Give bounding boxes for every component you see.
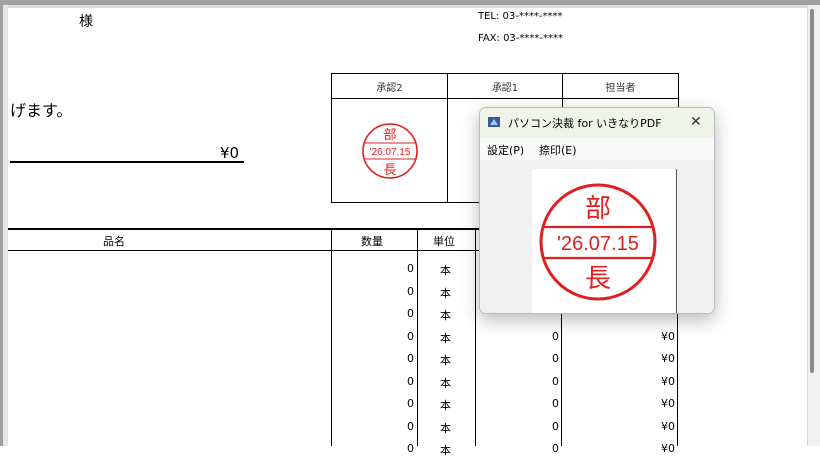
row-unit: 本 [440,332,451,345]
row-price: ¥0 [661,352,675,365]
col-header-quantity: 数量 [361,235,383,248]
row-unit: 本 [440,422,451,435]
col-header-item-name: 品名 [103,235,125,248]
recipient-suffix: 様 [79,14,93,30]
row-quantity: 0 [407,307,414,320]
stamp-small-top: 部 [383,128,396,143]
menu-settings[interactable]: 設定(P) [487,142,524,158]
row-unit: 本 [440,264,451,277]
approval-header-2: 承認2 [331,73,448,99]
row-unit: 本 [440,399,451,412]
row-price: ¥0 [661,420,675,433]
row-unit: 本 [440,354,451,367]
scrollbar-thumb[interactable] [810,9,814,373]
stamp-large-date: '26.07.15 [557,233,639,255]
row-amount: 0 [552,420,559,433]
stamp-panel-edge [676,169,677,313]
stamp-small: 部 '26.07.15 長 [361,122,418,179]
row-price: ¥0 [661,442,675,455]
approval-header-staff: 担当者 [562,73,679,99]
tel-number: TEL: 03-****-**** [478,11,563,22]
row-quantity: 0 [407,375,414,388]
total-underline [10,161,244,163]
row-quantity: 0 [407,262,414,275]
row-unit: 本 [440,309,451,322]
col-header-unit: 単位 [433,235,455,248]
row-unit: 本 [440,444,451,457]
row-unit: 本 [440,287,451,300]
stamp-large-bottom: 長 [585,264,611,294]
dialog-menubar: 設定(P) 捺印(E) [480,138,714,160]
row-price: ¥0 [661,330,675,343]
row-quantity: 0 [407,397,414,410]
greeting-text: げます。 [10,101,73,120]
dialog-titlebar[interactable]: パソコン決裁 for いきなりPDF ✕ [480,108,714,138]
row-price: ¥0 [661,375,675,388]
approval-cell-2: 部 '26.07.15 長 [331,98,448,203]
stamp-large-top: 部 [585,194,611,224]
stamp-dialog[interactable]: パソコン決裁 for いきなりPDF ✕ 設定(P) 捺印(E) 部 '26.0… [479,107,715,314]
close-icon[interactable]: ✕ [690,114,702,130]
fax-number: FAX: 03-****-**** [478,33,564,44]
dialog-content: 部 '26.07.15 長 [480,160,714,313]
row-unit: 本 [440,377,451,390]
stamp-large[interactable]: 部 '26.07.15 長 [532,169,676,313]
row-quantity: 0 [407,442,414,455]
row-quantity: 0 [407,420,414,433]
row-amount: 0 [552,330,559,343]
total-amount: ¥0 [220,144,240,162]
dialog-title: パソコン決裁 for いきなりPDF [508,117,662,130]
stamp-small-bottom: 長 [383,163,396,178]
row-amount: 0 [552,397,559,410]
app-icon [488,117,500,127]
stamp-preview-panel[interactable]: 部 '26.07.15 長 [532,169,676,313]
row-quantity: 0 [407,285,414,298]
row-quantity: 0 [407,330,414,343]
menu-stamp[interactable]: 捺印(E) [539,142,577,158]
row-quantity: 0 [407,352,414,365]
col-divider-qty [417,228,418,446]
row-price: ¥0 [661,397,675,410]
row-amount: 0 [552,352,559,365]
approval-header-1: 承認1 [447,73,563,99]
row-amount: 0 [552,442,559,455]
stamp-small-date: '26.07.15 [369,147,410,158]
row-amount: 0 [552,375,559,388]
